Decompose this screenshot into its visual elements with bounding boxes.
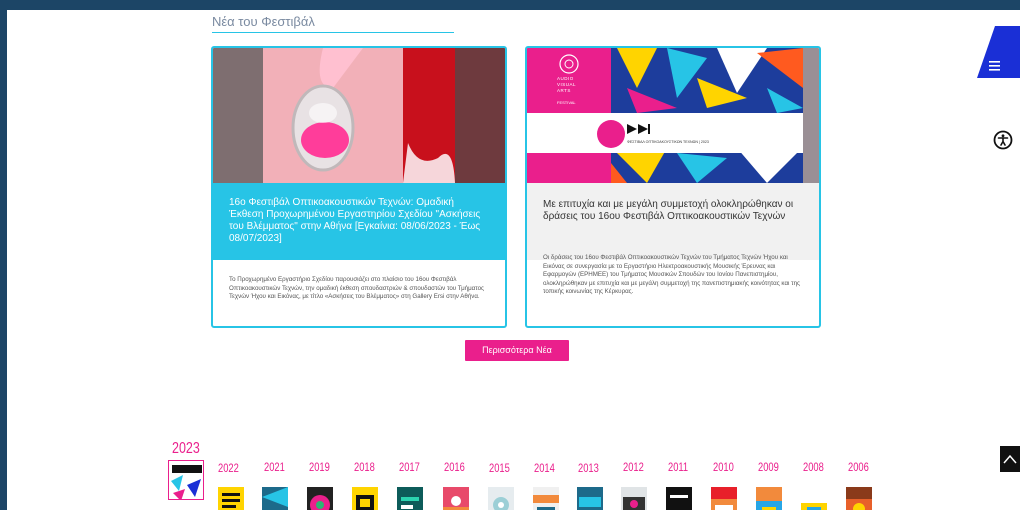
year-thumbnail[interactable] bbox=[711, 487, 737, 510]
year-label[interactable]: 2023 bbox=[172, 440, 200, 458]
year-label[interactable]: 2016 bbox=[444, 460, 465, 474]
section-title: Νέα του Φεστιβάλ bbox=[212, 14, 454, 33]
news-card-2[interactable]: AUDIO VISUAL ARTS FESTIVAL ΦΕΣΤΙΒΑΛ ΟΠΤΙ… bbox=[525, 46, 821, 328]
year-thumbnail[interactable] bbox=[488, 487, 514, 510]
year-label[interactable]: 2010 bbox=[713, 460, 734, 474]
year-label[interactable]: 2009 bbox=[758, 460, 779, 474]
news-card-1-title[interactable]: 16ο Φεστιβάλ Οπτικοακουστικών Τεχνών: Ομ… bbox=[213, 183, 505, 260]
year-label[interactable]: 2006 bbox=[848, 460, 869, 474]
year-label[interactable]: 2021 bbox=[264, 460, 285, 474]
year-thumbnail[interactable] bbox=[262, 487, 288, 510]
year-label[interactable]: 2022 bbox=[218, 461, 239, 475]
menu-button[interactable] bbox=[977, 26, 1020, 78]
news-card-2-excerpt: Οι δράσεις του 16ου Φεστιβάλ Οπτικοακουσ… bbox=[543, 254, 800, 295]
news-card-1-excerpt: Το Προχωρημένο Εργαστήριο Σχεδίου παρουσ… bbox=[229, 276, 485, 300]
year-label[interactable]: 2019 bbox=[309, 460, 330, 474]
year-label[interactable]: 2018 bbox=[354, 460, 375, 474]
accessibility-icon[interactable] bbox=[993, 130, 1013, 150]
logo-line-2: VISUAL bbox=[557, 82, 577, 87]
news-card-1[interactable]: 16ο Φεστιβάλ Οπτικοακουστικών Τεχνών: Ομ… bbox=[211, 46, 507, 328]
page-content: Νέα του Φεστιβάλ 16ο Φεστιβάλ Οπτικοακου… bbox=[7, 10, 1020, 510]
year-label[interactable]: 2012 bbox=[623, 460, 644, 474]
year-thumbnail[interactable] bbox=[443, 487, 469, 510]
year-thumbnail[interactable] bbox=[533, 487, 559, 510]
year-thumbnail[interactable] bbox=[397, 487, 423, 510]
logo-line-3: ARTS bbox=[557, 88, 571, 93]
year-label[interactable]: 2011 bbox=[668, 460, 688, 474]
year-thumbnail[interactable] bbox=[218, 487, 244, 510]
year-label[interactable]: 2015 bbox=[489, 461, 510, 475]
year-thumbnail[interactable] bbox=[666, 487, 692, 510]
year-label[interactable]: 2013 bbox=[578, 461, 599, 475]
news-card-2-image[interactable]: AUDIO VISUAL ARTS FESTIVAL ΦΕΣΤΙΒΑΛ ΟΠΤΙ… bbox=[527, 48, 819, 183]
top-frame bbox=[0, 0, 1020, 10]
year-label[interactable]: 2008 bbox=[803, 460, 824, 474]
year-thumbnail[interactable] bbox=[352, 487, 378, 510]
year-label[interactable]: 2017 bbox=[399, 460, 420, 474]
year-thumbnail[interactable] bbox=[577, 487, 603, 510]
festival-year-archive: 2023 2022 2021 2019 2018 2017 2016 2015 … bbox=[7, 440, 1020, 510]
year-thumbnail[interactable] bbox=[756, 487, 782, 510]
year-label[interactable]: 2014 bbox=[534, 461, 555, 475]
hamburger-icon bbox=[989, 61, 1000, 71]
logo-small: FESTIVAL bbox=[557, 100, 576, 105]
year-thumbnail[interactable] bbox=[621, 487, 647, 510]
year-thumbnail[interactable] bbox=[307, 487, 333, 510]
year-thumbnail[interactable] bbox=[168, 460, 204, 500]
logo-line-1: AUDIO bbox=[557, 76, 574, 81]
more-news-button[interactable]: Περισσότερα Νέα bbox=[465, 340, 569, 361]
news-card-1-image[interactable] bbox=[213, 48, 505, 183]
year-thumbnail[interactable] bbox=[846, 487, 872, 510]
banner-caption: ΦΕΣΤΙΒΑΛ ΟΠΤΙΚΟΑΚΟΥΣΤΙΚΩΝ ΤΕΧΝΩΝ | 2023 bbox=[627, 140, 709, 144]
year-thumbnail[interactable] bbox=[801, 487, 827, 510]
